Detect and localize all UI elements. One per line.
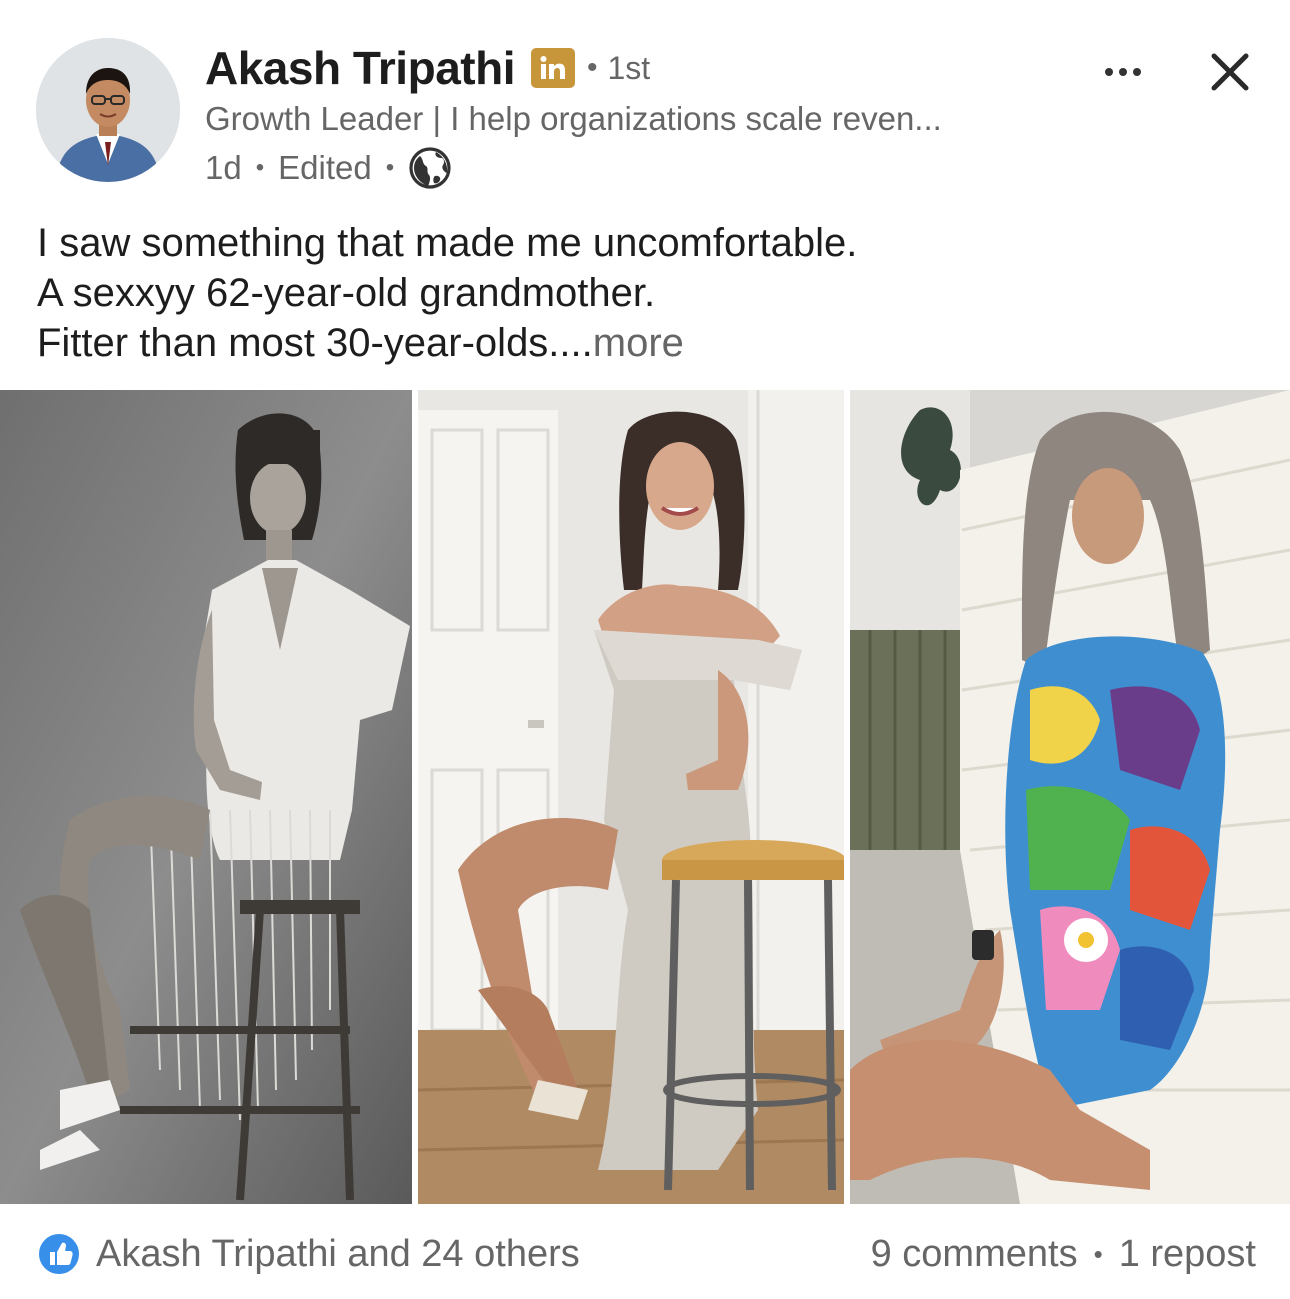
photo-woman-sequin-dress-stool[interactable] — [418, 390, 844, 1204]
avatar-image — [36, 38, 180, 182]
linkedin-premium-icon — [530, 48, 575, 88]
post-line: Fitter than most 30-year-olds.... — [37, 321, 593, 365]
see-more-link[interactable]: more — [593, 321, 684, 365]
image-collage — [0, 390, 1290, 1204]
meta-separator: • — [385, 154, 395, 181]
ellipsis-icon — [1133, 68, 1141, 76]
degree-separator: • — [586, 51, 598, 84]
post-time: 1d — [205, 149, 242, 186]
author-name[interactable]: Akash Tripathi — [205, 41, 515, 95]
author-avatar[interactable] — [36, 38, 180, 182]
close-icon — [1211, 53, 1249, 91]
like-reaction-icon — [37, 1232, 81, 1276]
reactions-text: Akash Tripathi and 24 others — [96, 1232, 580, 1275]
author-line: Akash Tripathi • 1st — [205, 38, 650, 98]
social-counts: Akash Tripathi and 24 others 9 comments … — [36, 1224, 1256, 1284]
post-line: A sexxyy 62-year-old grandmother. — [37, 271, 656, 315]
stats-separator: • — [1093, 1238, 1103, 1269]
connection-degree: 1st — [607, 49, 651, 86]
photo-black-and-white-seated-woman[interactable] — [0, 390, 412, 1204]
reposts-count[interactable]: 1 repost — [1119, 1233, 1256, 1276]
close-button[interactable] — [1204, 46, 1256, 98]
globe-icon — [409, 147, 451, 189]
ellipsis-icon — [1119, 68, 1127, 76]
edited-label: Edited — [278, 149, 372, 186]
post-body: I saw something that made me uncomfortab… — [37, 218, 1257, 368]
reactions-summary[interactable]: Akash Tripathi and 24 others — [36, 1231, 580, 1277]
post-line: I saw something that made me uncomfortab… — [37, 221, 858, 265]
photo-woman-colorful-dress-wall[interactable] — [850, 390, 1290, 1204]
more-options-button[interactable] — [1098, 52, 1148, 92]
author-headline: Growth Leader | I help organizations sca… — [205, 100, 942, 137]
comments-count[interactable]: 9 comments — [871, 1233, 1078, 1276]
post-meta: 1d • Edited • — [205, 144, 452, 192]
post-line-last: Fitter than most 30-year-olds....more — [37, 318, 1257, 368]
engagement-stats: 9 comments • 1 repost — [871, 1233, 1256, 1276]
feed-post: Akash Tripathi • 1st Growth Leader | I h… — [0, 0, 1290, 1299]
meta-separator: • — [255, 154, 265, 181]
ellipsis-icon — [1105, 68, 1113, 76]
